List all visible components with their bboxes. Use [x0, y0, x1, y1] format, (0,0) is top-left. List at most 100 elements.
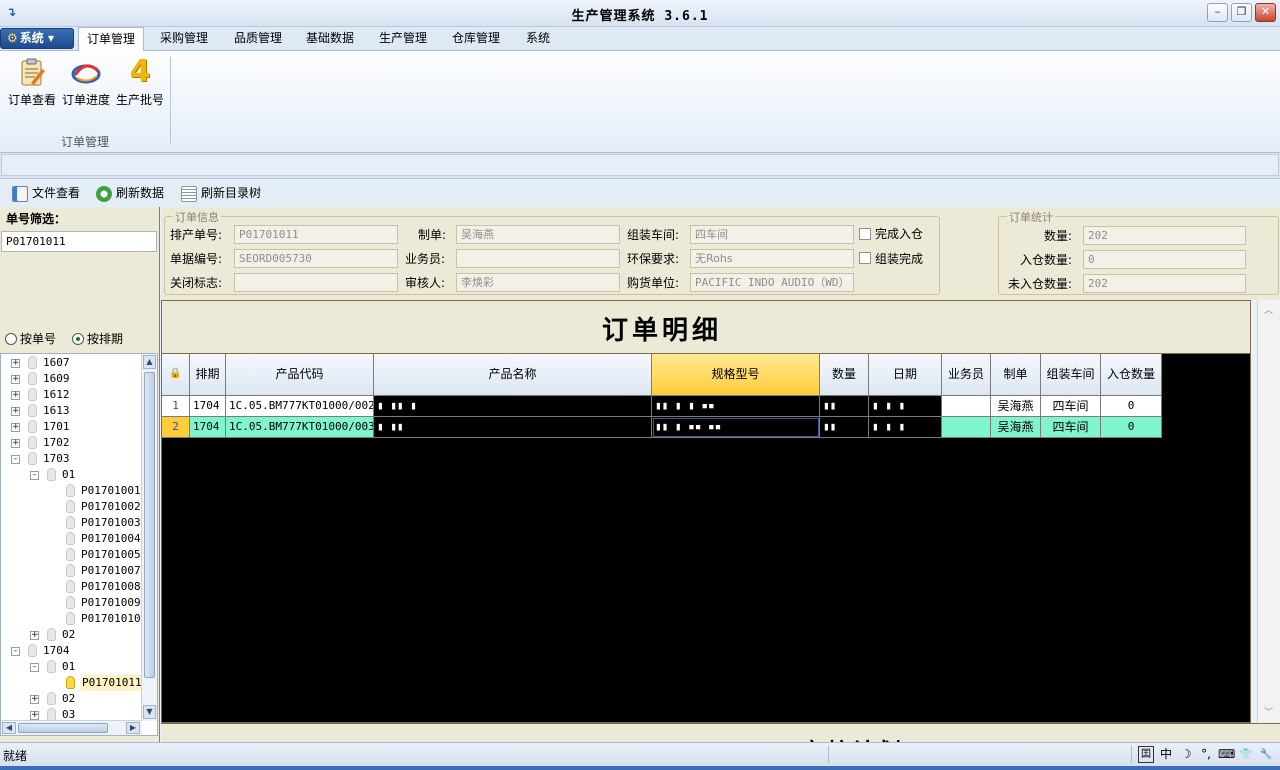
ime-mode-icon[interactable]: 囯 [1138, 746, 1154, 763]
expand-icon[interactable]: + [30, 711, 39, 720]
tree-node[interactable]: - 01 [1, 659, 143, 675]
tree-node[interactable]: +1613 [1, 403, 143, 419]
tab-purchasing[interactable]: 采购管理 [152, 27, 216, 51]
refresh-data-button[interactable]: 刷新数据 [96, 184, 164, 203]
env-field[interactable]: 无Rohs [690, 249, 854, 268]
restore-button[interactable]: ❐ [1231, 3, 1252, 22]
column-header[interactable]: 业务员 [942, 354, 991, 396]
tab-quality[interactable]: 品质管理 [226, 27, 290, 51]
tree-node[interactable]: P01701009 [1, 595, 143, 611]
tree-hscroll-thumb[interactable] [18, 723, 108, 733]
column-header[interactable]: 产品名称 [374, 354, 652, 396]
tab-system[interactable]: 系统 [518, 27, 558, 51]
table-cell[interactable]: ▮ ▮▮ ▮ [374, 396, 652, 417]
collapse-icon[interactable]: - [30, 471, 39, 480]
tree-node[interactable]: P01701001 [1, 483, 143, 499]
order-view-button[interactable]: 订单查看 [6, 57, 58, 109]
tree-node[interactable]: P01701003 [1, 515, 143, 531]
assembly-done-checkbox[interactable] [859, 252, 871, 264]
expand-icon[interactable]: + [11, 407, 20, 416]
column-header[interactable]: 入仓数量 [1101, 354, 1162, 396]
tree-node[interactable]: +1607 [1, 355, 143, 371]
scroll-right-arrow-icon[interactable]: ▶ [126, 722, 140, 734]
buyer-field[interactable]: PACIFIC INDO AUDIO（WD） [690, 273, 854, 292]
check-in-done-checkbox[interactable] [859, 228, 871, 240]
expand-icon[interactable]: + [11, 391, 20, 400]
order-progress-button[interactable]: 订单进度 [60, 57, 112, 109]
tree-node[interactable]: P01701002 [1, 499, 143, 515]
system-menu-button[interactable]: ⚙ 系统 ▾ [0, 28, 74, 49]
table-cell[interactable]: 1C.05.BM777KT01000/003 [226, 417, 374, 438]
collapse-icon[interactable]: - [30, 663, 39, 672]
column-header[interactable]: 规格型号 [652, 354, 820, 396]
expand-icon[interactable]: + [11, 359, 20, 368]
column-header[interactable]: 日期 [869, 354, 942, 396]
workshop-field[interactable]: 四车间 [690, 225, 854, 244]
column-header[interactable]: 产品代码 [226, 354, 374, 396]
tree-node[interactable]: +02 [1, 627, 143, 643]
scroll-down-arrow-icon[interactable]: ﹀ [1261, 705, 1276, 719]
tree-node[interactable]: +1612 [1, 387, 143, 403]
production-batch-button[interactable]: 4 生产批号 [114, 57, 166, 109]
salesman-field[interactable] [456, 249, 620, 268]
table-cell[interactable]: ▮ ▮▮ [374, 417, 652, 438]
scroll-left-arrow-icon[interactable]: ◀ [2, 722, 16, 734]
tree-node[interactable]: +1701 [1, 419, 143, 435]
scroll-down-arrow-icon[interactable]: ▼ [143, 705, 156, 719]
ime-chinese-icon[interactable]: 中 [1158, 746, 1174, 763]
tree-node[interactable]: P01701005 [1, 547, 143, 563]
in-qty-field[interactable]: 0 [1083, 250, 1246, 269]
row-number[interactable]: 1 [162, 396, 190, 417]
table-cell[interactable]: 吴海燕 [991, 396, 1041, 417]
ime-keyboard-icon[interactable]: ⌨ [1218, 746, 1235, 763]
table-cell[interactable]: 1704 [190, 417, 226, 438]
table-cell[interactable]: 0 [1101, 417, 1162, 438]
collapse-icon[interactable]: - [11, 647, 20, 656]
table-cell[interactable] [942, 417, 991, 438]
tab-warehouse[interactable]: 仓库管理 [444, 27, 508, 51]
tree-node[interactable]: +1609 [1, 371, 143, 387]
tree-node[interactable]: P01701010 [1, 611, 143, 627]
reviewer-field[interactable]: 李焕彩 [456, 273, 620, 292]
refresh-tree-button[interactable]: 刷新目录树 [181, 184, 261, 203]
column-header[interactable]: 组装车间 [1041, 354, 1101, 396]
close-button[interactable]: ✕ [1255, 3, 1276, 22]
table-cell[interactable]: ▮ ▮ ▮ [869, 417, 942, 438]
ime-halfwidth-icon[interactable]: ☽ [1178, 746, 1194, 763]
collapse-icon[interactable]: - [11, 455, 20, 464]
table-cell[interactable] [942, 396, 991, 417]
radio-by-schedule[interactable]: 按排期 [72, 331, 123, 347]
tree-node[interactable]: P01701011 [1, 675, 143, 691]
expand-icon[interactable]: + [30, 631, 39, 640]
scroll-up-arrow-icon[interactable]: ▲ [143, 355, 156, 369]
table-cell[interactable]: 四车间 [1041, 396, 1101, 417]
tree-node[interactable]: +02 [1, 691, 143, 707]
scroll-up-arrow-icon[interactable]: ︿ [1261, 303, 1276, 317]
order-filter-input[interactable]: P01701011 [1, 231, 157, 252]
tab-production[interactable]: 生产管理 [371, 27, 435, 51]
close-flag-field[interactable] [234, 273, 398, 292]
tree-scroll-thumb[interactable] [144, 372, 155, 678]
detail-vertical-scrollbar[interactable]: ︿ ﹀ [1257, 300, 1280, 723]
tree-node[interactable]: - 1703 [1, 451, 143, 467]
table-cell[interactable]: 0 [1101, 396, 1162, 417]
schedule-no-field[interactable]: P01701011 [234, 225, 398, 244]
ime-skin-icon[interactable]: 👕 [1238, 746, 1254, 763]
expand-icon[interactable]: + [11, 375, 20, 384]
file-view-button[interactable]: 文件查看 [12, 184, 80, 203]
column-header[interactable]: 制单 [991, 354, 1041, 396]
column-header[interactable]: 数量 [820, 354, 869, 396]
table-cell[interactable]: 1C.05.BM777KT01000/002 [226, 396, 374, 417]
table-cell[interactable]: 四车间 [1041, 417, 1101, 438]
expand-icon[interactable]: + [11, 439, 20, 448]
tree-horizontal-scrollbar[interactable]: ◀ ▶ [1, 720, 142, 735]
table-cell[interactable]: ▮ ▮ ▮ [869, 396, 942, 417]
tree-node[interactable]: +1702 [1, 435, 143, 451]
ime-punctuation-icon[interactable]: °, [1198, 746, 1214, 763]
ime-settings-icon[interactable]: 🔧 [1258, 746, 1274, 763]
expand-icon[interactable]: + [30, 695, 39, 704]
tab-base-data[interactable]: 基础数据 [298, 27, 362, 51]
not-in-qty-field[interactable]: 202 [1083, 274, 1246, 293]
doc-no-field[interactable]: SEORD005730 [234, 249, 398, 268]
table-cell[interactable]: ▮▮ [820, 396, 869, 417]
